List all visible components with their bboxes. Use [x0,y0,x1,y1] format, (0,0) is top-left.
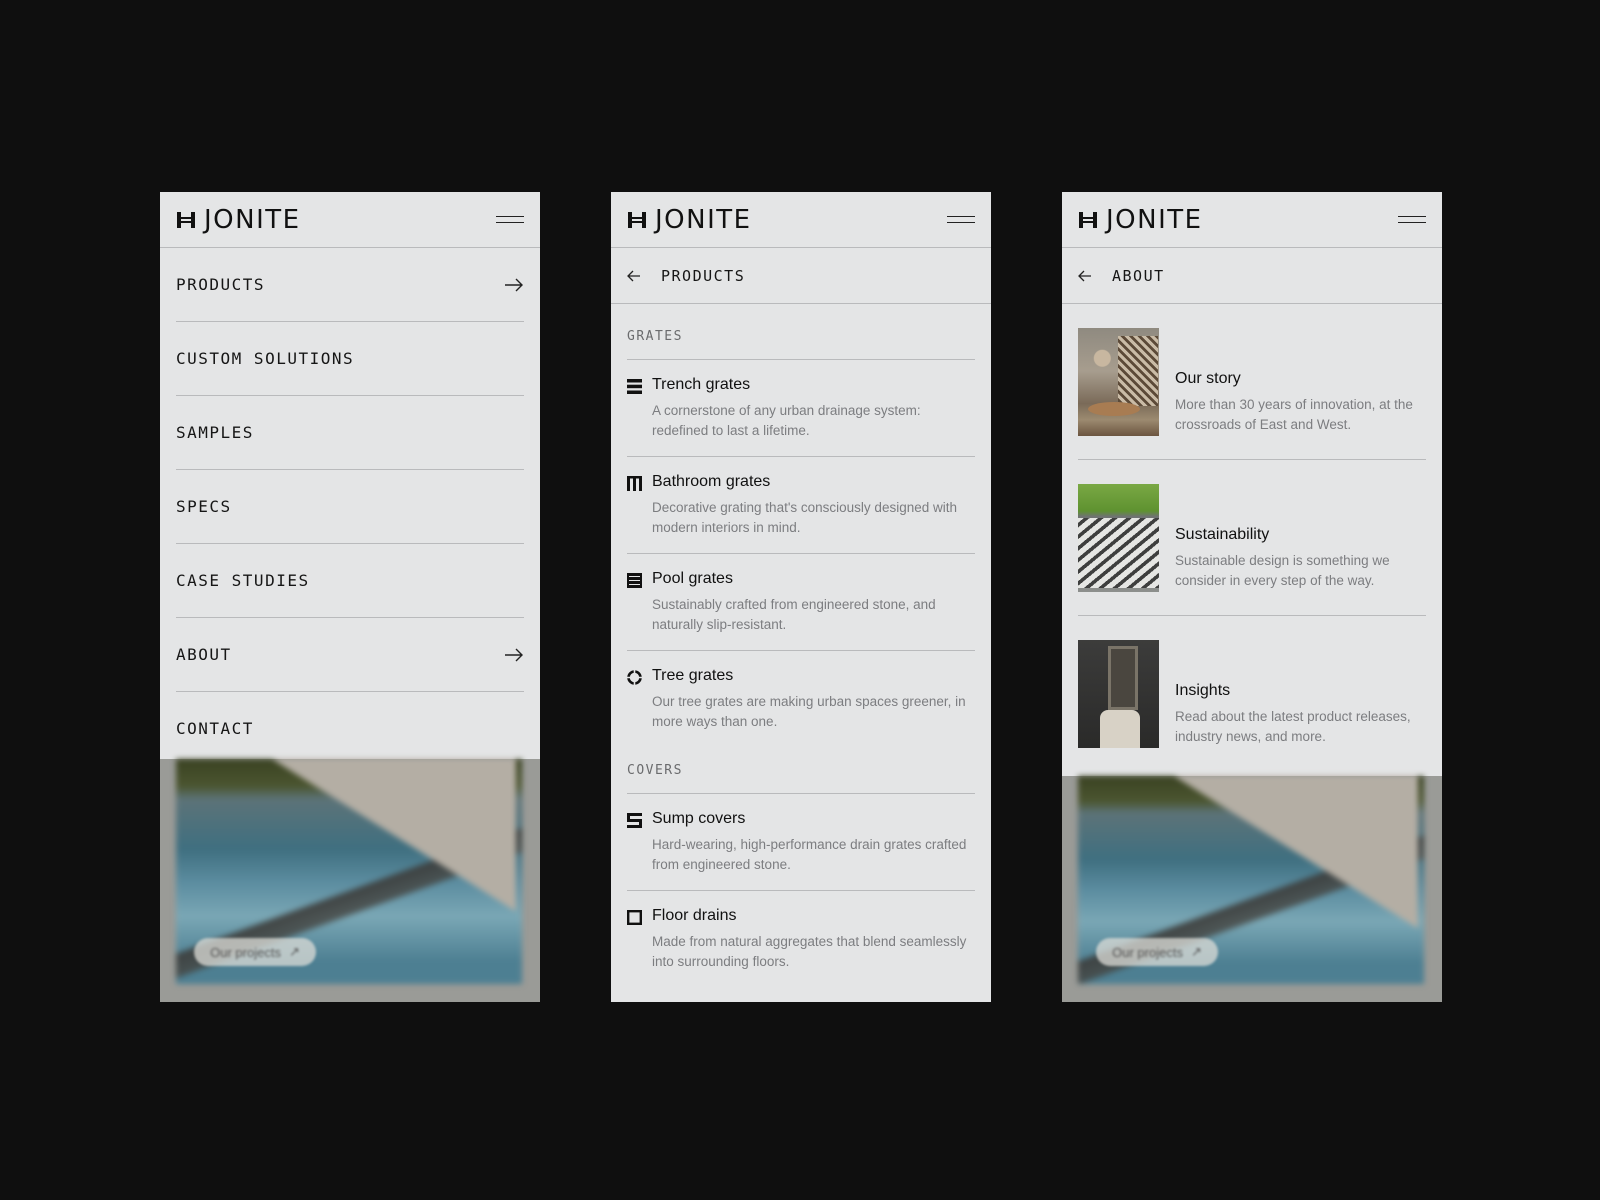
product-description: Decorative grating that's consciously de… [652,500,957,535]
back-arrow-icon[interactable] [627,270,641,282]
product-title: Pool grates [652,570,733,587]
sump-cover-icon [627,813,642,828]
jonite-logo-icon [177,211,195,228]
bathroom-grate-icon [627,476,642,491]
about-item-title: Our story [1175,370,1241,387]
sustainability-thumbnail [1078,484,1159,592]
insights-thumbnail [1078,640,1159,748]
top-bar: JONITE [1062,192,1442,248]
about-item-sustainability[interactable]: Sustainability Sustainable design is som… [1078,460,1426,616]
product-description: Sustainably crafted from engineered ston… [652,597,936,632]
menu-item-products[interactable]: PRODUCTS [176,248,524,322]
product-title: Bathroom grates [652,473,771,490]
product-title: Tree grates [652,667,734,684]
menu-item-label: PRODUCTS [176,275,266,294]
product-sump-covers[interactable]: Sump covers Hard-wearing, high-performan… [627,794,975,891]
about-list: Our story More than 30 years of innovati… [1062,304,1442,772]
menu-item-label: CUSTOM SOLUTIONS [176,349,355,368]
menu-item-case-studies[interactable]: CASE STUDIES [176,544,524,618]
menu-item-label: SAMPLES [176,423,254,442]
logo[interactable]: JONITE [627,207,752,233]
menu-screen: JONITE PRODUCTS CUSTOM SOLUTIONS SAMPLES… [160,192,540,1002]
product-description: A cornerstone of any urban drainage syst… [652,403,921,438]
logo[interactable]: JONITE [176,207,301,233]
hamburger-menu-icon[interactable] [496,214,524,226]
logo-text: JONITE [1106,204,1203,235]
menu-item-custom-solutions[interactable]: CUSTOM SOLUTIONS [176,322,524,396]
about-item-insights[interactable]: Insights Read about the latest product r… [1078,616,1426,772]
product-pool-grates[interactable]: Pool grates Sustainably crafted from eng… [627,554,975,651]
about-item-description: Read about the latest product releases, … [1175,709,1411,744]
hero-image: Our projects ↗ [160,759,540,1002]
menu-item-specs[interactable]: SPECS [176,470,524,544]
menu-item-samples[interactable]: SAMPLES [176,396,524,470]
product-floor-drains[interactable]: Floor drains Made from natural aggregate… [627,891,975,987]
products-subheader: PRODUCTS [611,248,991,304]
about-screen: JONITE ABOUT Our story More than 30 year… [1062,192,1442,1002]
jonite-logo-icon [1079,211,1097,228]
trench-grate-icon [627,379,642,394]
menu-item-contact[interactable]: CONTACT [176,692,524,765]
product-title: Floor drains [652,907,737,924]
arrow-up-right-icon: ↗ [288,944,300,959]
product-description: Our tree grates are making urban spaces … [652,694,966,729]
product-trench-grates[interactable]: Trench grates A cornerstone of any urban… [627,360,975,457]
product-title: Trench grates [652,376,751,393]
about-item-description: Sustainable design is something we consi… [1175,553,1390,588]
pool-grate-icon [627,573,642,588]
our-projects-button[interactable]: Our projects ↗ [1096,938,1218,966]
hamburger-menu-icon[interactable] [1398,214,1426,226]
menu-item-label: SPECS [176,497,232,516]
hamburger-menu-icon[interactable] [947,214,975,226]
our-projects-label: Our projects [210,944,281,960]
section-label-grates: GRATES [627,304,975,360]
top-bar: JONITE [160,192,540,248]
about-item-title: Insights [1175,682,1231,699]
product-tree-grates[interactable]: Tree grates Our tree grates are making u… [627,651,975,747]
product-bathroom-grates[interactable]: Bathroom grates Decorative grating that'… [627,457,975,554]
section-label-covers: COVERS [627,747,975,794]
our-projects-button[interactable]: Our projects ↗ [194,938,316,966]
product-title: Sump covers [652,810,746,827]
subheader-title: ABOUT [1112,266,1165,285]
hero-image: Our projects ↗ [1062,776,1442,1002]
arrow-up-right-icon: ↗ [1190,944,1202,959]
about-item-title: Sustainability [1175,526,1270,543]
products-screen: JONITE PRODUCTS GRATES Trench grates A c… [611,192,991,1002]
arrow-right-icon [505,278,523,291]
menu-item-label: ABOUT [176,645,232,664]
logo[interactable]: JONITE [1078,207,1203,233]
back-arrow-icon[interactable] [1078,270,1092,282]
about-item-description: More than 30 years of innovation, at the… [1175,397,1413,432]
product-description: Made from natural aggregates that blend … [652,934,967,969]
logo-text: JONITE [655,204,752,235]
product-description: Hard-wearing, high-performance drain gra… [652,837,967,872]
tree-grate-icon [627,670,642,685]
products-list: GRATES Trench grates A cornerstone of an… [611,304,991,987]
about-item-our-story[interactable]: Our story More than 30 years of innovati… [1078,304,1426,460]
menu-item-label: CASE STUDIES [176,571,310,590]
subheader-title: PRODUCTS [661,266,746,285]
our-story-thumbnail [1078,328,1159,436]
top-bar: JONITE [611,192,991,248]
our-projects-label: Our projects [1112,944,1183,960]
arrow-right-icon [505,648,523,661]
menu-item-about[interactable]: ABOUT [176,618,524,692]
about-subheader: ABOUT [1062,248,1442,304]
floor-drain-icon [627,910,642,925]
menu-item-label: CONTACT [176,719,254,738]
jonite-logo-icon [628,211,646,228]
main-menu: PRODUCTS CUSTOM SOLUTIONS SAMPLES SPECS … [160,248,540,765]
logo-text: JONITE [204,204,301,235]
